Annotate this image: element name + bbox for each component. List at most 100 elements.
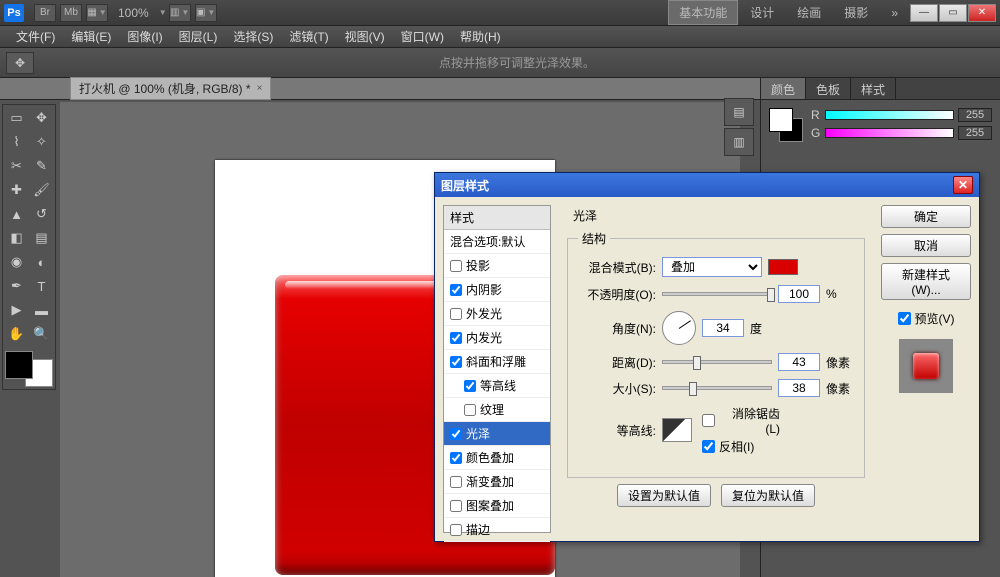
- panel-swatch[interactable]: [769, 108, 803, 142]
- dodge-tool-icon[interactable]: ◐: [30, 251, 53, 273]
- workspace-essentials[interactable]: 基本功能: [668, 0, 738, 25]
- style-row-2[interactable]: 外发光: [444, 302, 550, 326]
- shape-tool-icon[interactable]: ▬: [30, 299, 53, 321]
- workspace-painting[interactable]: 绘画: [786, 0, 832, 25]
- menu-view[interactable]: 视图(V): [337, 28, 393, 45]
- document-tab-close-icon[interactable]: ×: [257, 83, 263, 94]
- style-check-8[interactable]: [450, 452, 462, 464]
- wand-tool-icon[interactable]: ✧: [30, 131, 53, 153]
- style-row-0[interactable]: 投影: [444, 254, 550, 278]
- minibridge-icon[interactable]: Mb: [60, 4, 82, 22]
- preview-check[interactable]: 预览(V): [881, 310, 971, 327]
- type-tool-icon[interactable]: T: [30, 275, 53, 297]
- dialog-title-bar[interactable]: 图层样式 ✕: [435, 173, 979, 197]
- menu-help[interactable]: 帮助(H): [452, 28, 509, 45]
- style-row-6[interactable]: 纹理: [444, 398, 550, 422]
- style-row-4[interactable]: 斜面和浮雕: [444, 350, 550, 374]
- angle-dial[interactable]: [662, 311, 696, 345]
- menu-window[interactable]: 窗口(W): [393, 28, 452, 45]
- close-button[interactable]: ✕: [968, 4, 996, 22]
- menu-layer[interactable]: 图层(L): [171, 28, 226, 45]
- move-tool-icon[interactable]: ✥: [6, 52, 34, 74]
- opacity-input[interactable]: [778, 285, 820, 303]
- marquee-tool-icon[interactable]: ▭: [5, 107, 28, 129]
- opacity-slider[interactable]: [662, 292, 772, 296]
- workspace-photo[interactable]: 摄影: [833, 0, 879, 25]
- size-slider[interactable]: [662, 386, 772, 390]
- history-panel-icon[interactable]: ▤: [724, 98, 754, 126]
- history-brush-icon[interactable]: ↺: [30, 203, 53, 225]
- size-input[interactable]: [778, 379, 820, 397]
- style-row-3[interactable]: 内发光: [444, 326, 550, 350]
- zoom-tool-icon[interactable]: 🔍: [30, 323, 53, 345]
- style-check-7[interactable]: [450, 428, 462, 440]
- maximize-button[interactable]: ▭: [939, 4, 967, 22]
- new-style-button[interactable]: 新建样式(W)...: [881, 263, 971, 300]
- style-check-10[interactable]: [450, 500, 462, 512]
- tab-swatches[interactable]: 色板: [806, 78, 851, 99]
- style-row-1[interactable]: 内阴影: [444, 278, 550, 302]
- contour-picker[interactable]: [662, 418, 692, 442]
- reset-default-button[interactable]: 复位为默认值: [721, 484, 815, 507]
- invert-check[interactable]: 反相(I): [702, 438, 780, 455]
- dialog-close-button[interactable]: ✕: [953, 176, 973, 194]
- menu-image[interactable]: 图像(I): [119, 28, 170, 45]
- style-row-8[interactable]: 颜色叠加: [444, 446, 550, 470]
- g-value[interactable]: [958, 126, 992, 140]
- bridge-icon[interactable]: Br: [34, 4, 56, 22]
- style-row-5[interactable]: 等高线: [444, 374, 550, 398]
- menu-file[interactable]: 文件(F): [8, 28, 63, 45]
- antialias-check[interactable]: 消除锯齿(L): [702, 405, 780, 436]
- style-check-3[interactable]: [450, 332, 462, 344]
- brush-tool-icon[interactable]: 🖌: [30, 179, 53, 201]
- eyedropper-tool-icon[interactable]: ✎: [30, 155, 53, 177]
- style-check-1[interactable]: [450, 284, 462, 296]
- screen-mode-icon[interactable]: ▦▼: [86, 4, 108, 22]
- style-row-10[interactable]: 图案叠加: [444, 494, 550, 518]
- heal-tool-icon[interactable]: ✚: [5, 179, 28, 201]
- workspace-design[interactable]: 设计: [739, 0, 785, 25]
- style-row-7[interactable]: 光泽: [444, 422, 550, 446]
- satin-color-button[interactable]: [768, 259, 798, 275]
- crop-tool-icon[interactable]: ✂: [5, 155, 28, 177]
- arrange-docs-icon[interactable]: ▥▼: [169, 4, 191, 22]
- extras-icon[interactable]: ▣▼: [195, 4, 217, 22]
- document-tab[interactable]: 打火机 @ 100% (机身, RGB/8) * ×: [70, 77, 271, 100]
- style-row-9[interactable]: 渐变叠加: [444, 470, 550, 494]
- style-check-11[interactable]: [450, 524, 462, 536]
- style-row-11[interactable]: 描边: [444, 518, 550, 542]
- cancel-button[interactable]: 取消: [881, 234, 971, 257]
- gradient-tool-icon[interactable]: ▤: [30, 227, 53, 249]
- blur-tool-icon[interactable]: ◉: [5, 251, 28, 273]
- menu-filter[interactable]: 滤镜(T): [281, 28, 336, 45]
- lasso-tool-icon[interactable]: ⌇: [5, 131, 28, 153]
- menu-edit[interactable]: 编辑(E): [63, 28, 119, 45]
- menu-select[interactable]: 选择(S): [225, 28, 281, 45]
- distance-slider[interactable]: [662, 360, 772, 364]
- color-swatches[interactable]: [5, 351, 53, 387]
- eraser-tool-icon[interactable]: ◧: [5, 227, 28, 249]
- workspace-more[interactable]: »: [880, 2, 909, 24]
- hand-tool-icon[interactable]: ✋: [5, 323, 28, 345]
- stamp-tool-icon[interactable]: ▲: [5, 203, 28, 225]
- style-check-5[interactable]: [464, 380, 476, 392]
- ok-button[interactable]: 确定: [881, 205, 971, 228]
- char-panel-icon[interactable]: ▥: [724, 128, 754, 156]
- zoom-value[interactable]: 100%: [118, 6, 149, 20]
- tab-styles[interactable]: 样式: [851, 78, 896, 99]
- style-check-6[interactable]: [464, 404, 476, 416]
- r-value[interactable]: [958, 108, 992, 122]
- move-tool-icon[interactable]: ✥: [30, 107, 53, 129]
- path-select-icon[interactable]: ▶: [5, 299, 28, 321]
- blend-mode-select[interactable]: 叠加: [662, 257, 762, 277]
- distance-input[interactable]: [778, 353, 820, 371]
- style-check-2[interactable]: [450, 308, 462, 320]
- blend-defaults-row[interactable]: 混合选项:默认: [444, 230, 550, 254]
- r-slider[interactable]: [825, 110, 954, 120]
- style-check-0[interactable]: [450, 260, 462, 272]
- tab-color[interactable]: 颜色: [761, 78, 806, 99]
- g-slider[interactable]: [825, 128, 954, 138]
- angle-input[interactable]: [702, 319, 744, 337]
- style-check-9[interactable]: [450, 476, 462, 488]
- style-check-4[interactable]: [450, 356, 462, 368]
